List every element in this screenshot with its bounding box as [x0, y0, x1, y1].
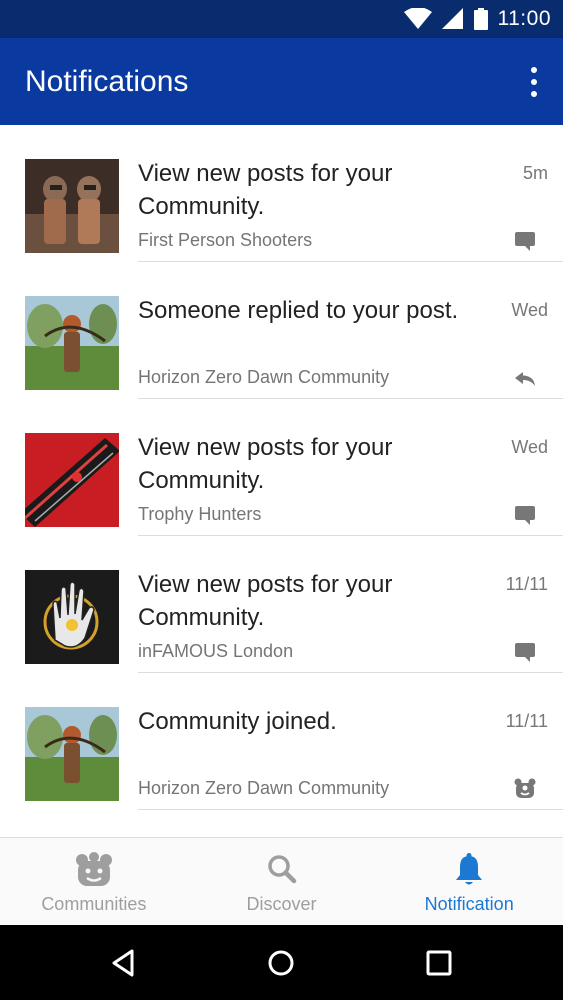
- notification-time: 11/11: [505, 574, 548, 594]
- bottom-navigation: Communities Discover Notification: [0, 837, 563, 926]
- nav-notification[interactable]: Notification: [375, 838, 563, 926]
- search-icon: [267, 855, 296, 884]
- communities-icon: [75, 852, 112, 886]
- notification-title: Community joined.: [138, 708, 337, 735]
- nav-discover[interactable]: Discover: [188, 838, 376, 926]
- notification-item[interactable]: Someone replied to your post. Wed Horizo…: [0, 262, 563, 399]
- nav-label: Discover: [246, 894, 317, 914]
- notification-item[interactable]: View new posts for your Community. 11/11…: [0, 536, 563, 673]
- recents-icon[interactable]: [423, 947, 455, 979]
- home-icon[interactable]: [265, 947, 297, 979]
- community-name: Horizon Zero Dawn Community: [138, 778, 390, 798]
- bell-icon: [456, 853, 483, 885]
- notification-item[interactable]: View new posts for your Community. 5m Fi…: [0, 125, 563, 262]
- community-name: First Person Shooters: [138, 230, 313, 250]
- community-thumbnail: [25, 296, 119, 390]
- page-title: Notifications: [25, 65, 189, 98]
- reply-icon: [515, 372, 535, 386]
- comment-icon: [515, 643, 535, 662]
- notification-title: View new posts for your Community.: [138, 571, 393, 631]
- more-vert-icon[interactable]: [527, 67, 541, 97]
- status-icons: 11:00: [403, 0, 552, 38]
- app-bar: Notifications: [0, 38, 563, 125]
- back-icon[interactable]: [108, 947, 140, 979]
- notification-list: View new posts for your Community. 5m Fi…: [0, 125, 563, 837]
- wifi-icon: [403, 8, 432, 29]
- notification-time: Wed: [511, 300, 548, 320]
- notification-time: Wed: [511, 437, 548, 457]
- notification-time: 11/11: [505, 711, 548, 731]
- notification-title: View new posts for your Community.: [138, 434, 393, 494]
- nav-label: Notification: [424, 894, 514, 914]
- community-name: Horizon Zero Dawn Community: [138, 367, 390, 387]
- status-time: 11:00: [497, 7, 551, 30]
- battery-icon: [473, 8, 488, 30]
- nav-label: Communities: [41, 894, 147, 914]
- notification-item[interactable]: View new posts for your Community. Wed T…: [0, 399, 563, 536]
- community-thumbnail: [25, 707, 119, 801]
- notification-title: View new posts for your Community.: [138, 160, 393, 220]
- notification-time: 5m: [522, 163, 548, 183]
- community-name: Trophy Hunters: [138, 504, 262, 524]
- notification-title: Someone replied to your post.: [138, 297, 459, 324]
- signal-icon: [441, 8, 463, 29]
- community-icon: [514, 778, 536, 798]
- community-thumbnail: [25, 433, 119, 527]
- system-navigation-bar: [0, 925, 563, 1000]
- notification-item[interactable]: Community joined. 11/11 Horizon Zero Daw…: [0, 673, 563, 810]
- community-thumbnail: [25, 570, 119, 664]
- divider: [138, 809, 563, 810]
- community-thumbnail: [25, 159, 119, 253]
- nav-communities[interactable]: Communities: [0, 838, 188, 926]
- comment-icon: [515, 506, 535, 525]
- community-name: inFAMOUS London: [138, 641, 294, 661]
- comment-icon: [515, 232, 535, 251]
- status-bar: 11:00: [0, 0, 563, 38]
